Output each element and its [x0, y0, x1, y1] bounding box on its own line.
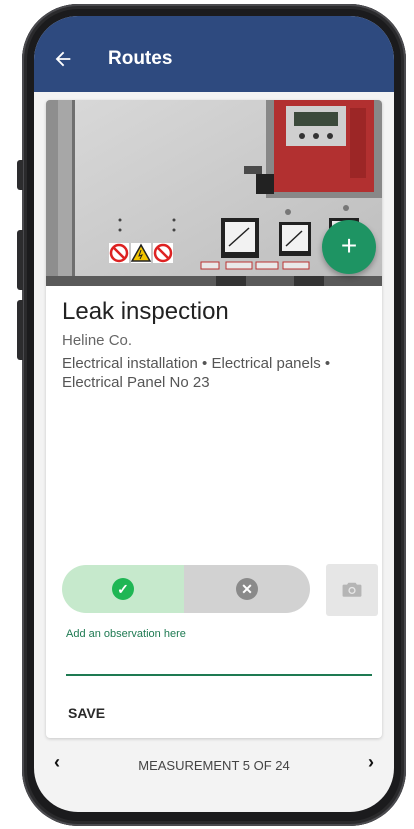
app-bar: Routes [34, 16, 394, 92]
x-circle-icon: ✕ [236, 578, 258, 600]
no-smoking-sign [153, 243, 173, 263]
observation-label: Add an observation here [66, 628, 186, 640]
measurement-counter: MEASUREMENT 5 OF 24 [138, 758, 290, 773]
phone-side-button [17, 160, 23, 190]
chevron-right-icon[interactable]: › [368, 752, 374, 773]
save-button[interactable]: SAVE [68, 705, 105, 721]
screen: Routes + Leak inspection Heline Co. Elec… [34, 16, 394, 812]
plus-icon: + [340, 230, 358, 261]
camera-button[interactable] [326, 564, 378, 616]
no-entry-sign [109, 243, 129, 263]
observation-input[interactable] [66, 644, 372, 676]
phone-side-button [17, 230, 23, 290]
arrow-left-icon[interactable] [52, 48, 74, 70]
fail-button[interactable]: ✕ [184, 565, 310, 613]
company-name: Heline Co. [62, 332, 133, 349]
phone-side-button [17, 300, 23, 360]
inspection-card: + Leak inspection Heline Co. Electrical … [46, 100, 382, 738]
measurement-navigation: ‹ MEASUREMENT 5 OF 24 › [34, 746, 394, 782]
warning-triangle-sign [130, 243, 152, 263]
camera-icon [342, 582, 362, 597]
pass-button[interactable]: ✓ [62, 565, 184, 613]
location-breadcrumb: Electrical installation • Electrical pan… [62, 355, 331, 391]
inspection-title: Leak inspection [62, 298, 229, 325]
pass-fail-toggle: ✓ ✕ [62, 565, 310, 613]
check-circle-icon: ✓ [112, 578, 134, 600]
add-fab-button[interactable]: + [322, 220, 376, 274]
page-title: Routes [108, 48, 173, 69]
